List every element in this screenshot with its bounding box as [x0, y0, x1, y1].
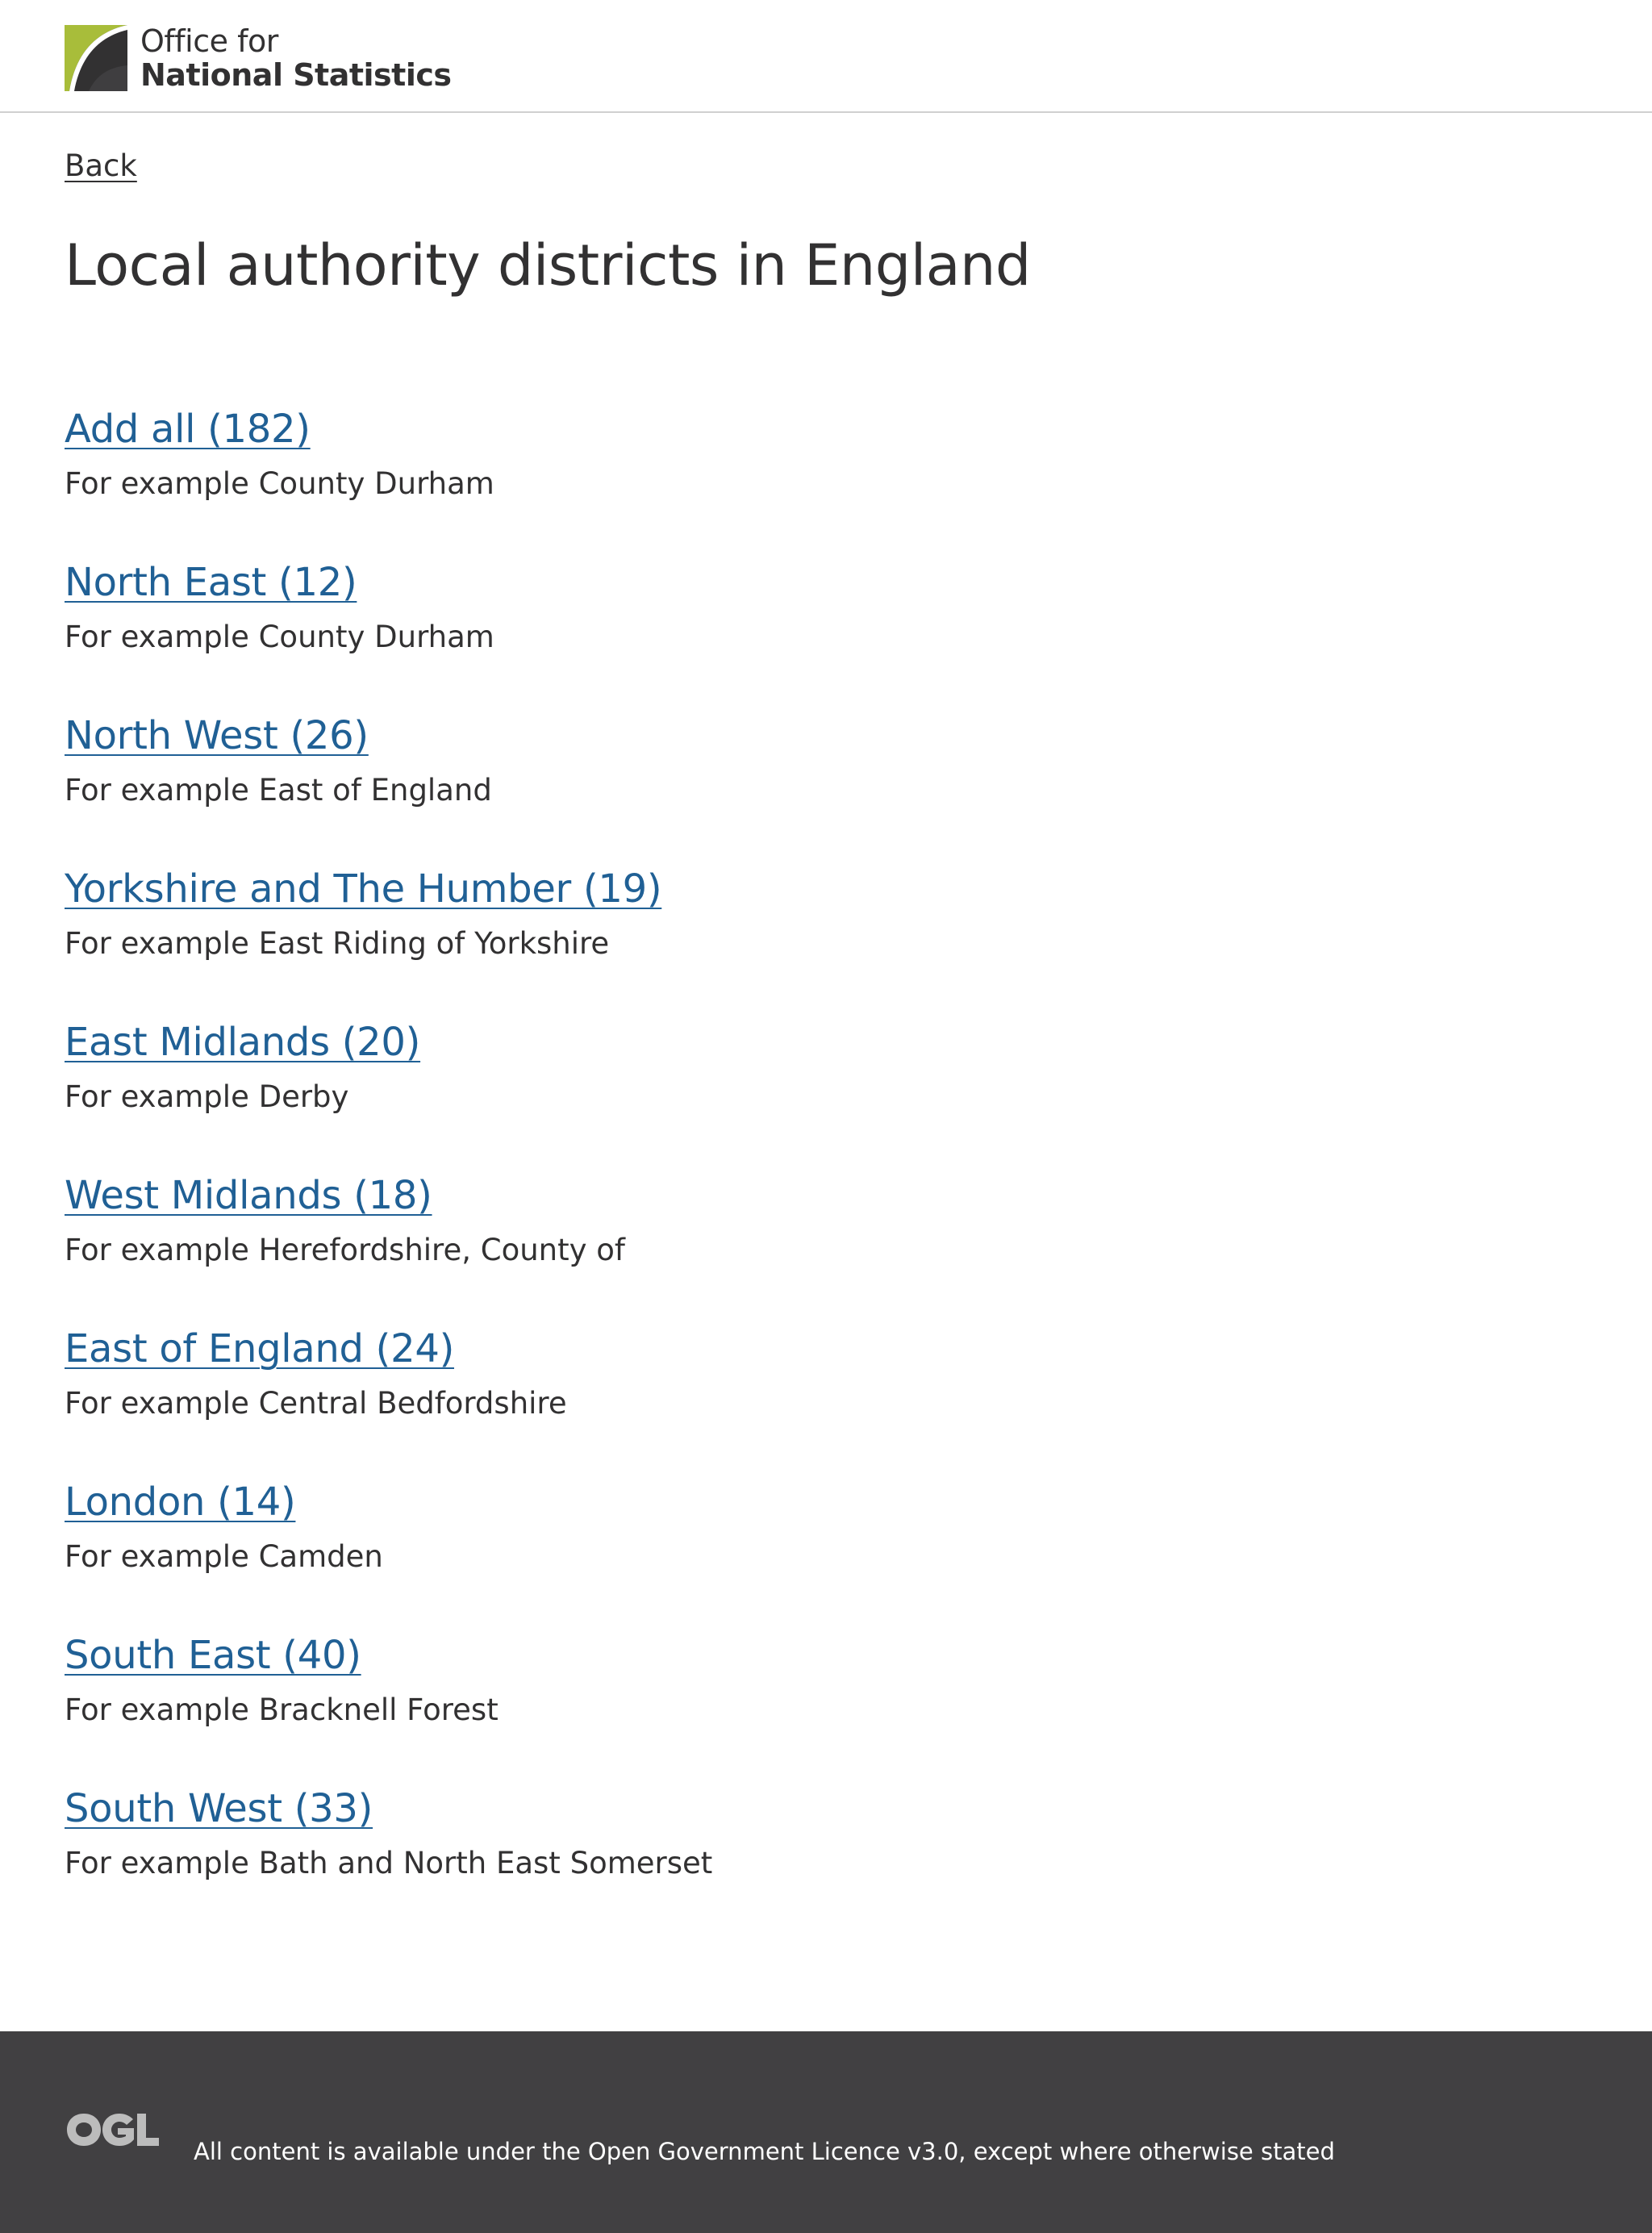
logo-line-2: National Statistics	[140, 57, 452, 93]
region-list: Add all (182) For example County Durham …	[65, 403, 712, 1936]
list-item: Add all (182) For example County Durham	[65, 403, 712, 557]
list-item: West Midlands (18) For example Herefords…	[65, 1170, 712, 1323]
region-hint: For example County Durham	[65, 620, 494, 654]
region-link-north-east[interactable]: North East (12)	[65, 557, 357, 608]
region-link-south-east[interactable]: South East (40)	[65, 1630, 361, 1681]
region-hint: For example East of England	[65, 773, 492, 808]
ogl-logo-icon[interactable]	[65, 2109, 161, 2151]
page-title: Local authority districts in England	[65, 232, 1031, 298]
licence-text: All content is available under the Open …	[194, 2138, 1335, 2165]
region-link-west-midlands[interactable]: West Midlands (18)	[65, 1170, 432, 1221]
region-hint: For example County Durham	[65, 466, 494, 501]
list-item: North East (12) For example County Durha…	[65, 557, 712, 710]
region-hint: For example East Riding of Yorkshire	[65, 926, 610, 961]
site-footer: All content is available under the Open …	[0, 2031, 1652, 2233]
list-item: London (14) For example Camden	[65, 1476, 712, 1630]
region-hint: For example Bracknell Forest	[65, 1692, 499, 1727]
ons-logo-icon	[65, 25, 127, 91]
region-hint: For example Central Bedfordshire	[65, 1386, 567, 1421]
region-link-yorkshire[interactable]: Yorkshire and The Humber (19)	[65, 863, 662, 915]
region-link-london[interactable]: London (14)	[65, 1476, 296, 1528]
list-item: South West (33) For example Bath and Nor…	[65, 1783, 712, 1936]
list-item: Yorkshire and The Humber (19) For exampl…	[65, 863, 712, 1016]
list-item: East of England (24) For example Central…	[65, 1323, 712, 1476]
ons-logo-text: Office for National Statistics	[140, 24, 452, 92]
region-link-add-all[interactable]: Add all (182)	[65, 403, 311, 455]
region-link-east-midlands[interactable]: East Midlands (20)	[65, 1016, 420, 1068]
region-link-south-west[interactable]: South West (33)	[65, 1783, 373, 1834]
logo-line-1: Office for	[140, 23, 278, 59]
region-link-east-of-england[interactable]: East of England (24)	[65, 1323, 454, 1375]
region-hint: For example Derby	[65, 1079, 349, 1114]
region-hint: For example Herefordshire, County of	[65, 1233, 625, 1267]
region-hint: For example Camden	[65, 1539, 383, 1574]
region-hint: For example Bath and North East Somerset	[65, 1846, 713, 1880]
back-link[interactable]: Back	[65, 148, 137, 183]
page: Office for National Statistics Back Loca…	[0, 0, 1652, 2233]
site-header: Office for National Statistics	[0, 0, 1652, 113]
ons-logo[interactable]: Office for National Statistics	[65, 24, 452, 92]
list-item: East Midlands (20) For example Derby	[65, 1016, 712, 1170]
list-item: North West (26) For example East of Engl…	[65, 710, 712, 863]
region-link-north-west[interactable]: North West (26)	[65, 710, 369, 762]
list-item: South East (40) For example Bracknell Fo…	[65, 1630, 712, 1783]
